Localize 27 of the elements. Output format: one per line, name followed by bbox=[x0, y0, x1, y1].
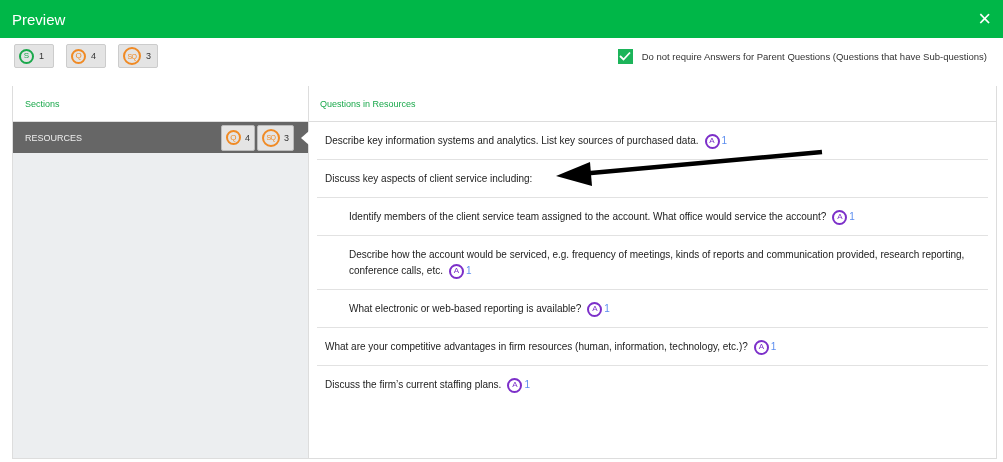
answer-count: A 1 bbox=[507, 379, 530, 390]
selection-pointer-icon bbox=[301, 131, 309, 145]
answer-count: A 1 bbox=[753, 341, 777, 352]
question-text: Discuss the firm’s current staffing plans. A 1 bbox=[325, 379, 530, 390]
question-text: What electronic or web-based reporting is available? A 1 bbox=[349, 303, 610, 314]
count-label: 1 bbox=[39, 51, 44, 61]
question-text: Identify members of the client service team assigned to the account. What office would service the account? A 1 bbox=[349, 211, 855, 222]
question-text: What are your competitive advantages in firm resources (human, information, technology, etc.)? A 1 bbox=[325, 341, 777, 352]
checkbox[interactable] bbox=[617, 48, 633, 64]
type-icon: S bbox=[19, 48, 34, 64]
panel-heading: Questions in Resources bbox=[320, 98, 416, 109]
type-icon: Q bbox=[71, 48, 86, 64]
count-label: 3 bbox=[146, 51, 151, 61]
checkbox-label: Do not require Answers for Parent Questions (Questions that have Sub-questions) bbox=[641, 50, 987, 62]
answer-count: A 1 bbox=[587, 303, 610, 314]
count-label: 4 bbox=[91, 51, 96, 61]
answer-count: A 1 bbox=[448, 265, 472, 276]
count-label: 4 bbox=[244, 132, 250, 143]
question-text: Describe how the account would be serviced, e.g. frequency of meetings, kinds of reports and communication provided, research reporting, conference calls, etc. A 1 bbox=[349, 249, 965, 276]
sidebar-heading: Sections bbox=[25, 98, 60, 109]
answer-count: A 1 bbox=[832, 211, 855, 222]
window-title: Preview bbox=[12, 10, 66, 28]
answer-count: A 1 bbox=[704, 135, 728, 146]
question-text: Describe key information systems and analytics. List key sources of purchased data. A 1 bbox=[325, 135, 728, 146]
type-icon: Q bbox=[225, 130, 241, 145]
question-text: Discuss key aspects of client service including: bbox=[325, 173, 533, 184]
count-label: 3 bbox=[284, 132, 289, 143]
